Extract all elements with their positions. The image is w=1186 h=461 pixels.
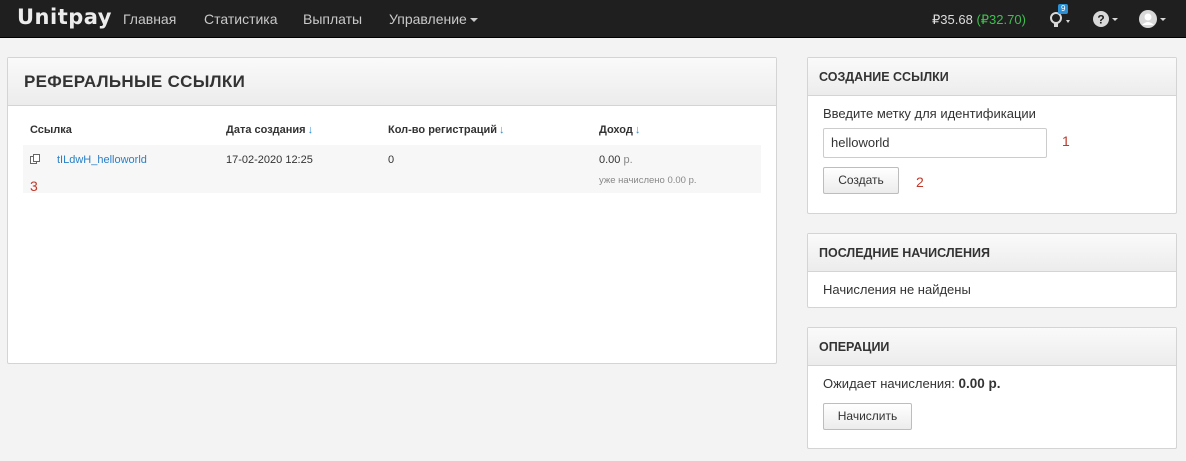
logo[interactable]: Unitpay [17,5,112,29]
income-value: 0.00 р. [599,154,633,166]
annotation-2: 2 [916,174,924,190]
avatar-icon [1139,10,1166,28]
balance-secondary: (₽32.70) [976,12,1026,27]
column-income[interactable]: Доход ↓ [599,124,640,136]
panel-title: ОПЕРАЦИИ [808,328,1176,366]
tag-input[interactable]: helloworld [823,128,1047,158]
copy-icon[interactable] [30,154,40,165]
column-created[interactable]: Дата создания ↓ [226,124,313,136]
column-registrations[interactable]: Кол-во регистраций ↓ [388,124,505,136]
sort-arrow-icon: ↓ [499,124,505,136]
sort-arrow-icon: ↓ [634,124,641,136]
top-navbar: Unitpay Главная Статистика Выплаты Управ… [0,0,1186,38]
referral-links-panel: РЕФЕРАЛЬНЫЕ ССЫЛКИ [7,57,777,364]
sort-arrow-icon: ↓ [307,124,314,136]
pending-value: 0.00 р. [958,376,1001,391]
nav-statistics[interactable]: Статистика [204,11,278,27]
user-menu-button[interactable] [1138,9,1168,32]
created-date: 17-02-2020 12:25 [226,154,313,166]
help-icon: ? [1093,11,1118,27]
pending-label: Ожидает начисления: [823,376,955,391]
nav-home[interactable]: Главная [123,11,176,27]
column-created-label: Дата создания [226,124,306,136]
accrue-button[interactable]: Начислить [823,403,912,430]
panel-title: РЕФЕРАЛЬНЫЕ ССЫЛКИ [8,58,776,106]
pending-accrual: Ожидает начисления: 0.00 р. [823,376,1000,391]
notification-badge: 9 [1058,4,1069,14]
referral-link[interactable]: tILdwH_helloworld [57,154,147,166]
balance-main: ₽35.68 [932,12,973,27]
column-income-label: Доход [599,124,633,136]
panel-title: ПОСЛЕДНИЕ НАЧИСЛЕНИЯ [808,234,1176,272]
notifications-button[interactable]: 9 [1048,4,1074,34]
accrued-note: уже начислено 0.00 р. [599,175,697,186]
help-button[interactable]: ? [1092,9,1120,32]
panel-title: СОЗДАНИЕ ССЫЛКИ [808,58,1176,96]
nav-payouts[interactable]: Выплаты [303,11,362,27]
svg-text:?: ? [1097,13,1104,27]
tag-label: Введите метку для идентификации [823,106,1036,121]
annotation-1: 1 [1062,133,1070,149]
column-registrations-label: Кол-во регистраций [388,124,498,136]
nav-management[interactable]: Управление [389,11,478,27]
income-amount: 0.00 [599,154,621,166]
annotation-3: 3 [30,178,38,194]
column-link: Ссылка [30,124,72,136]
balance: ₽35.68 (₽32.70) [932,12,1026,28]
registrations-count: 0 [388,154,395,166]
create-button[interactable]: Создать [823,167,899,194]
income-currency: р. [623,154,633,166]
empty-state-text: Начисления не найдены [823,282,971,297]
nav-management-label: Управление [389,11,467,27]
chevron-down-icon [469,18,478,23]
